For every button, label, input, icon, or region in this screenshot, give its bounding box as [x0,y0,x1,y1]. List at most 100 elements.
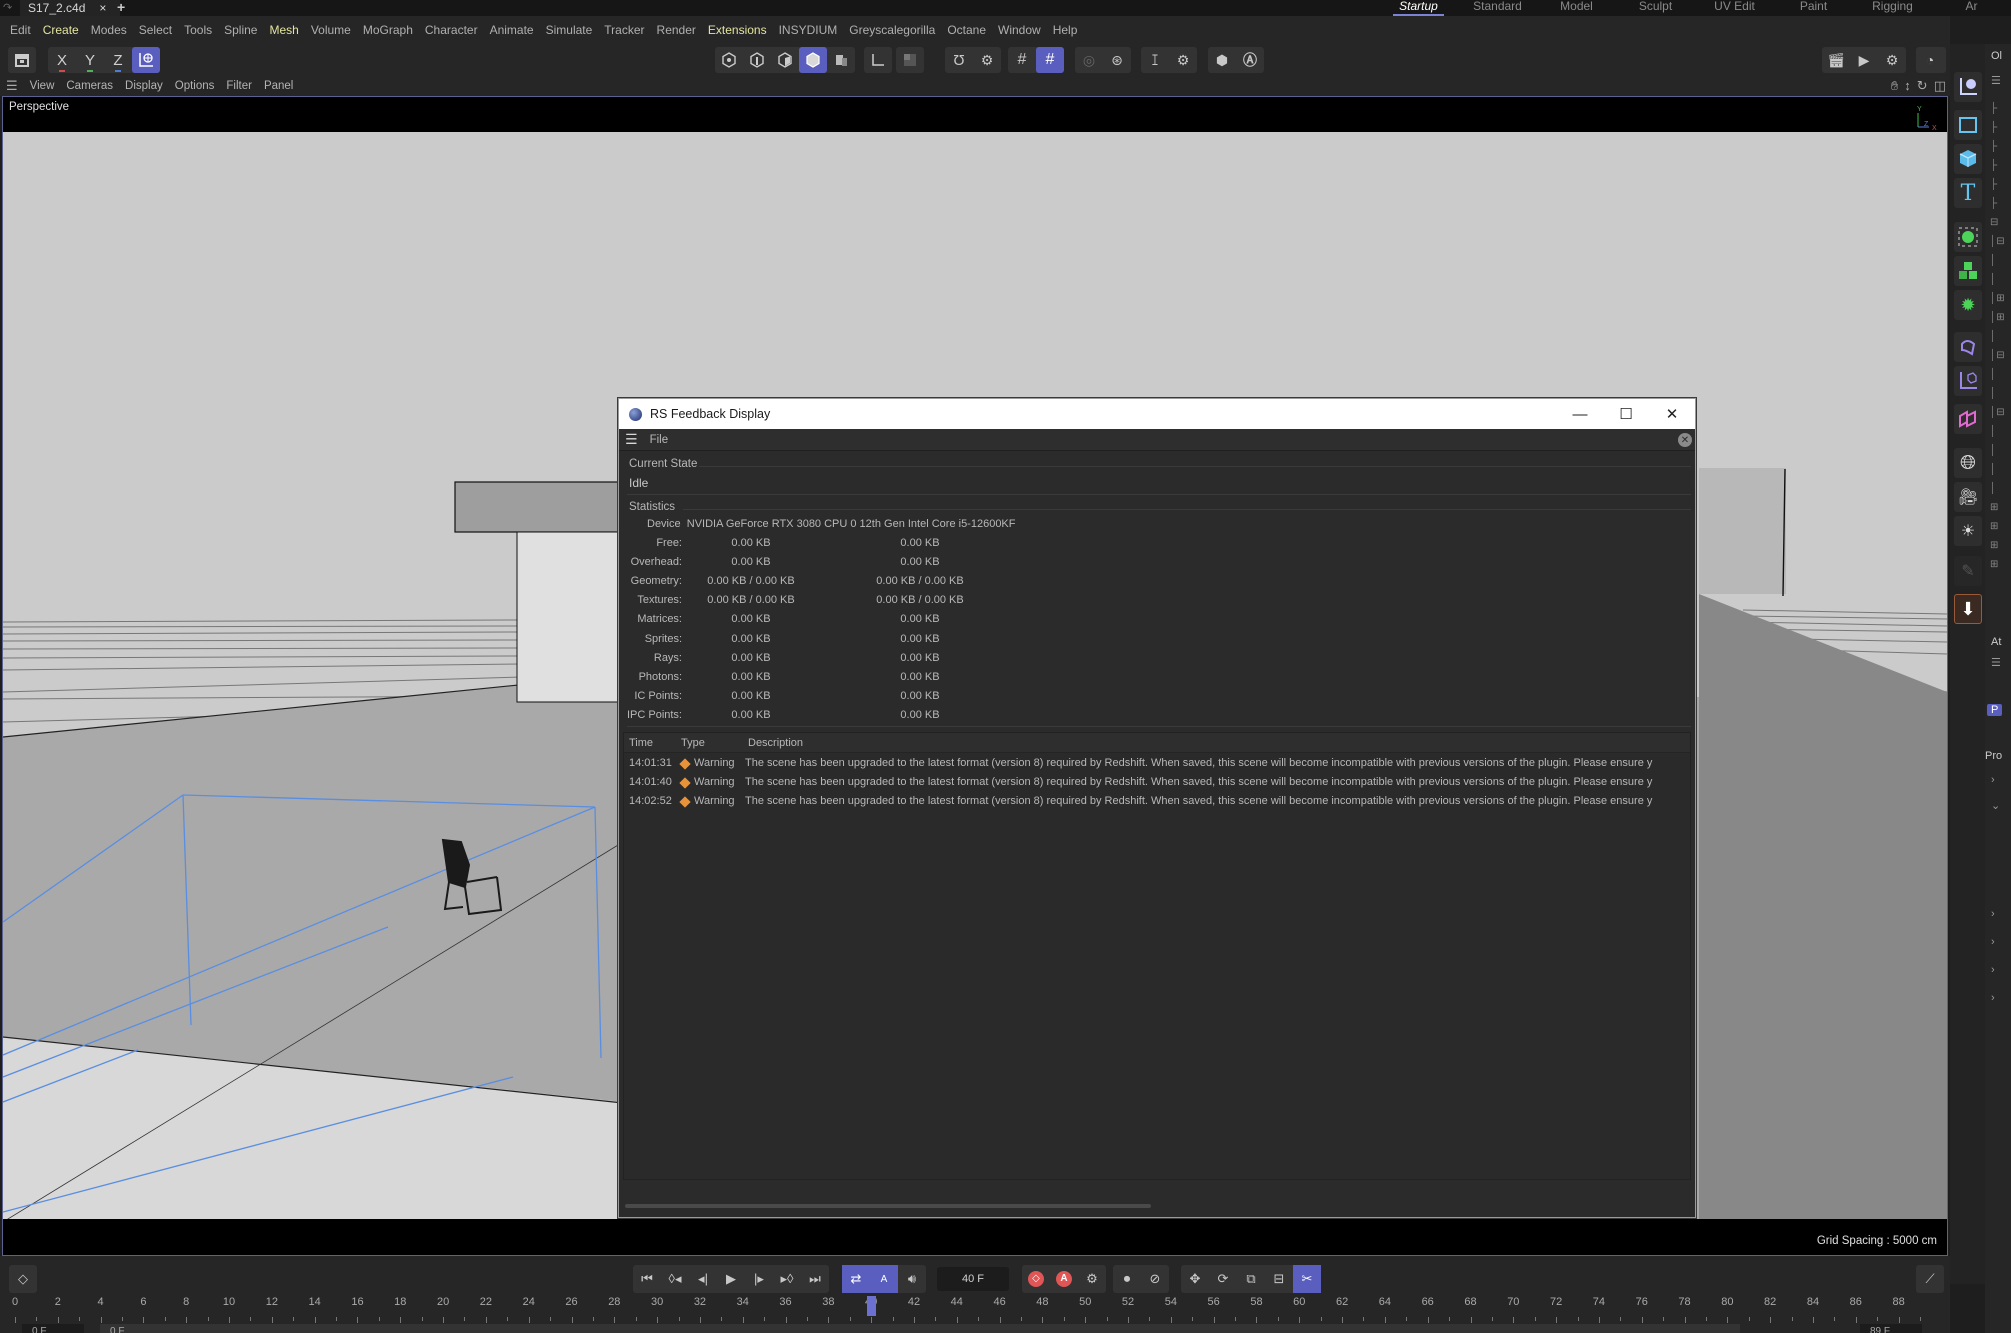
grid-button[interactable]: # [1008,47,1036,73]
field-button[interactable] [1954,366,1982,396]
collapse-chevron-icon[interactable]: ⌄ [1991,799,2000,812]
log-row[interactable]: 14:01:31 Warning The scene has been upgrad… [624,754,1690,773]
layout-tab-paint[interactable]: Paint [1774,0,1853,16]
menu-greyscalegorilla[interactable]: Greyscalegorilla [843,23,941,37]
sound-button[interactable]: 🔊︎ [898,1265,926,1293]
z-axis-button[interactable]: Z [104,47,132,73]
next-frame-button[interactable]: |▸ [745,1265,773,1293]
menu-modes[interactable]: Modes [85,23,133,37]
effector-button[interactable]: ✹ [1954,290,1982,320]
dialog-hamburger-icon[interactable]: ☰ [625,431,638,448]
cube-button[interactable] [1954,144,1982,174]
redshift-ipr-button[interactable]: ◔ [1916,47,1944,73]
deformer-button[interactable] [1954,332,1982,362]
position-key-button[interactable]: ✥ [1181,1265,1209,1293]
snap-magnet-button[interactable]: Ʊ [945,47,973,73]
menu-volume[interactable]: Volume [305,23,357,37]
scene-node-button[interactable] [1954,404,1982,434]
open-timeline-button[interactable]: ⟋ [1916,1265,1944,1293]
maximize-button[interactable]: ☐ [1603,399,1649,429]
model-mode-button[interactable] [799,47,827,73]
y-axis-button[interactable]: Y [76,47,104,73]
null-object-button[interactable] [1954,72,1982,102]
col-time[interactable]: Time [629,737,653,749]
menu-octane[interactable]: Octane [941,23,992,37]
viewport-menu-display[interactable]: Display [119,80,169,92]
x-axis-button[interactable]: X [48,47,76,73]
col-type[interactable]: Type [681,737,705,749]
dolly-arrows-icon[interactable]: ↕ [1904,78,1911,94]
camera-button[interactable]: 🎥︎ [1954,482,1982,512]
expand-chevron-icon[interactable]: › [1991,992,1995,1004]
current-frame-field[interactable]: 40 F [937,1267,1009,1291]
redo-arrow-icon[interactable]: ↷ [3,1,12,14]
objects-panel-title[interactable]: Ol [1991,50,2002,62]
viewport-hamburger-icon[interactable]: ☰ [6,78,18,94]
attributes-hamburger-icon[interactable]: ☰ [1991,656,2001,669]
layout-tab-rigging[interactable]: Rigging [1853,0,1932,16]
orbit-icon[interactable]: ↻ [1917,78,1928,94]
attributes-panel-title[interactable]: At [1991,636,2001,648]
menu-simulate[interactable]: Simulate [540,23,599,37]
go-to-start-button[interactable]: ⏮ [633,1265,661,1293]
layout-tab-model[interactable]: Model [1537,0,1616,16]
pan-hand-icon[interactable]: ✋︎ [1891,78,1898,94]
maximize-view-icon[interactable]: ◫ [1934,78,1946,94]
menu-tracker[interactable]: Tracker [598,23,650,37]
axis-mode-button[interactable] [864,47,892,73]
file-menu[interactable]: File [650,434,669,446]
polygons-mode-button[interactable] [771,47,799,73]
expand-chevron-icon[interactable]: › [1991,774,1995,786]
menu-render[interactable]: Render [651,23,702,37]
soft-selection-button[interactable]: ◎ [1075,47,1103,73]
menu-edit[interactable]: Edit [4,23,37,37]
light-button[interactable]: ☀ [1954,516,1982,546]
menu-animate[interactable]: Animate [484,23,540,37]
points-mode-button[interactable] [715,47,743,73]
end-frame-field[interactable]: 89 F [1860,1324,1922,1333]
viewport-menu-cameras[interactable]: Cameras [60,80,119,92]
cloner-button[interactable] [1954,256,1982,286]
layout-tab-uv-edit[interactable]: UV Edit [1695,0,1774,16]
menu-select[interactable]: Select [133,23,178,37]
render-view-button[interactable]: 🎬︎ [1822,47,1850,73]
menu-create[interactable]: Create [37,23,85,37]
spline-rectangle-button[interactable] [1954,110,1982,140]
layout-tab-sculpt[interactable]: Sculpt [1616,0,1695,16]
log-row[interactable]: 14:02:52 Warning The scene has been upgrad… [624,792,1690,811]
object-tree[interactable]: ├ ├ ├ ├ ├ ├ ⊟ │⊟ │ │ │⊞ │⊞ │ │⊟ │ │ │⊟ │ │ │ │ ⊞ ⊞ ⊞ ⊞ [1990,99,2005,574]
layout-tab-startup[interactable]: Startup [1379,0,1458,16]
text-spline-button[interactable]: T [1954,178,1982,208]
generator-button[interactable] [1954,222,1982,252]
camera-label[interactable]: Perspective [9,101,69,113]
mouse-key-button[interactable]: ⏺ [1113,1265,1141,1293]
import-button[interactable]: ⬇ [1954,594,1982,624]
document-tab[interactable]: S17_2.c4d × [20,0,120,16]
pla-key-button[interactable]: ✂ [1293,1265,1321,1293]
record-keys-button[interactable]: ◇ [1022,1265,1050,1293]
expand-chevron-icon[interactable]: › [1991,936,1995,948]
edges-mode-button[interactable] [743,47,771,73]
close-button[interactable]: ✕ [1649,399,1695,429]
previous-frame-button[interactable]: ◂| [689,1265,717,1293]
timeline-ruler[interactable]: 0246810121416182022242628303234363840424… [0,1296,1950,1324]
horizontal-scrollbar[interactable] [625,1204,1151,1208]
previous-key-button[interactable]: ◊◂ [661,1265,689,1293]
play-button[interactable]: ▶ [717,1265,745,1293]
expand-chevron-icon[interactable]: › [1991,908,1995,920]
menu-window[interactable]: Window [992,23,1047,37]
sketch-button[interactable]: ✎ [1954,556,1982,586]
key-settings-button[interactable]: ⚙ [1078,1265,1106,1293]
viewport-menu-filter[interactable]: Filter [220,80,258,92]
menu-help[interactable]: Help [1047,23,1084,37]
environment-button[interactable]: 🌐︎ [1954,448,1982,478]
go-to-end-button[interactable]: ⏭ [801,1265,829,1293]
menu-insydium[interactable]: INSYDIUM [773,23,844,37]
snap-settings-button[interactable]: ⚙ [973,47,1001,73]
auto-button[interactable]: Ⓐ [1236,47,1264,73]
objects-hamburger-icon[interactable]: ☰ [1991,74,2001,87]
panel-close-icon[interactable]: ✕ [1678,433,1692,447]
symmetry-button[interactable]: ꕯ [1141,47,1169,73]
viewport-menu-options[interactable]: Options [169,80,221,92]
rotation-key-button[interactable]: ⟳ [1209,1265,1237,1293]
